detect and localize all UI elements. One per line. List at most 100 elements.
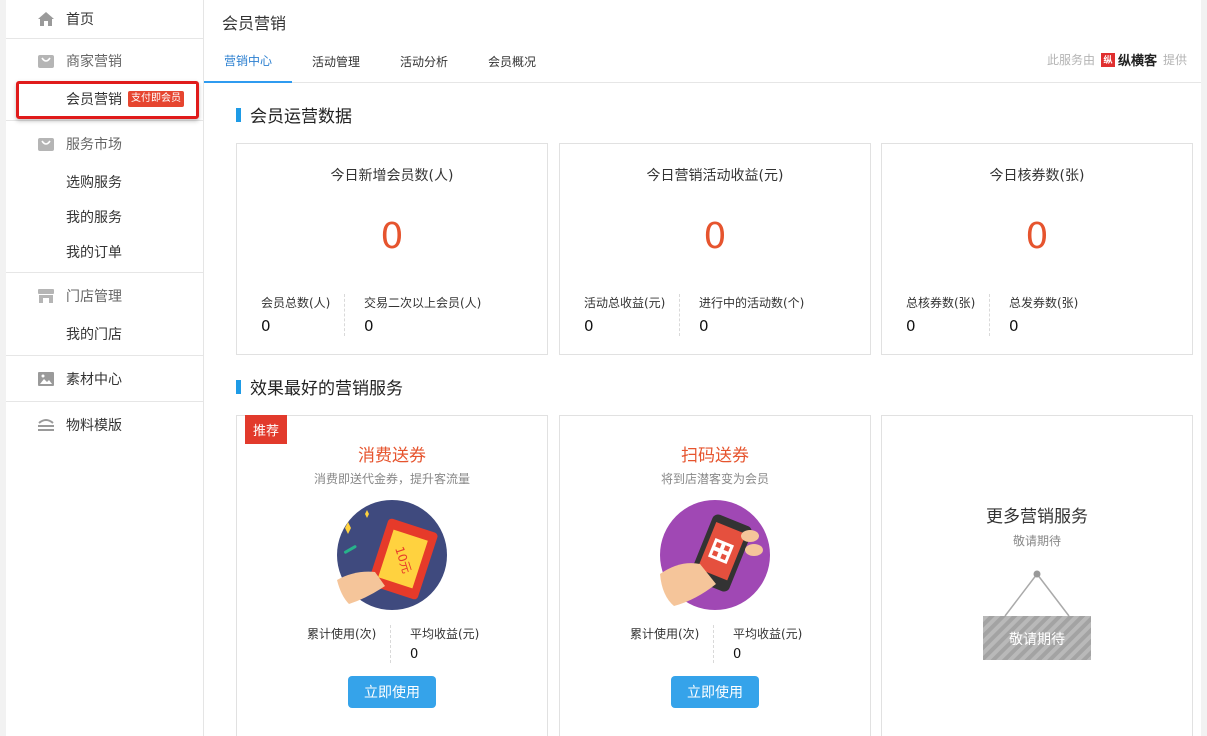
divider bbox=[344, 294, 345, 336]
service-card-consume-coupon: 推荐 消费送券 消费即送代金券，提升客流量 10元 累计使用(次) 平均收益(元… bbox=[236, 415, 548, 736]
divider bbox=[390, 625, 391, 663]
service-card-scan-coupon: 扫码送券 将到店潜客变为会员 累计使用(次) 平均收益(元) 0 立即使用 bbox=[559, 415, 871, 736]
stat-sub-label: 交易二次以上会员(人) bbox=[364, 296, 482, 310]
shopping-bag-icon bbox=[36, 135, 56, 153]
service-desc: 消费即送代金券，提升客流量 bbox=[313, 472, 470, 486]
nav-group-home: 首页 bbox=[6, 0, 203, 39]
store-icon bbox=[36, 287, 56, 305]
shopping-bag-icon bbox=[36, 52, 56, 70]
stat-card-activity-income: 今日营销活动收益(元) 0 活动总收益(元) 0 进行中的活动数(个) 0 bbox=[559, 143, 871, 355]
service-sub-income: 平均收益(元) 0 bbox=[733, 625, 802, 662]
stat-sub-label: 总发券数(张) bbox=[1009, 296, 1079, 310]
use-now-button[interactable]: 立即使用 bbox=[348, 676, 436, 708]
app-root: 首页 商家营销 会员营销 支付即会员 服务市场 选购服务 我的服务 我的订单 门… bbox=[0, 0, 1207, 736]
stat-card-new-members: 今日新增会员数(人) 0 会员总数(人) 0 交易二次以上会员(人) 0 bbox=[236, 143, 548, 355]
sidebar-group-label: 门店管理 bbox=[66, 289, 122, 305]
page-title: 会员营销 bbox=[222, 14, 287, 33]
page-header: 会员营销 营销中心 活动管理 活动分析 会员概况 此服务由 纵 纵横客 提供 bbox=[204, 0, 1201, 83]
stat-title: 今日核券数(张) bbox=[989, 168, 1085, 184]
stat-value: 0 bbox=[703, 216, 727, 257]
sidebar-item-material-template[interactable]: 物料模版 bbox=[6, 402, 203, 448]
stat-sub-total-members: 会员总数(人) 0 bbox=[261, 294, 330, 335]
sidebar-item-buy-service[interactable]: 选购服务 bbox=[6, 164, 203, 199]
sidebar-item-label: 我的门店 bbox=[66, 326, 122, 343]
divider bbox=[713, 625, 714, 663]
image-icon bbox=[36, 370, 56, 388]
section-title-text: 会员运营数据 bbox=[250, 107, 352, 127]
coming-soon-sign-icon: 敬请期待 bbox=[977, 566, 1097, 666]
stat-sub-value: 0 bbox=[906, 317, 916, 335]
provider-logo[interactable]: 纵 纵横客 bbox=[1100, 50, 1157, 69]
stat-sub-label: 累计使用(次) bbox=[630, 627, 700, 641]
provider-name: 纵横客 bbox=[1117, 54, 1157, 69]
main-content: 会员营销 营销中心 活动管理 活动分析 会员概况 此服务由 纵 纵横客 提供 会… bbox=[204, 0, 1201, 736]
use-now-button[interactable]: 立即使用 bbox=[671, 676, 759, 708]
stat-sub-value: 0 bbox=[364, 317, 374, 335]
sidebar-item-label: 会员营销 bbox=[66, 91, 122, 108]
stat-sub-value: 0 bbox=[1009, 317, 1019, 335]
service-sub-income: 平均收益(元) 0 bbox=[410, 625, 479, 662]
tab-bar: 营销中心 活动管理 活动分析 会员概况 bbox=[204, 40, 556, 83]
service-title: 扫码送券 bbox=[681, 446, 749, 466]
provider-suffix: 提供 bbox=[1162, 53, 1187, 67]
sidebar-item-material-center[interactable]: 素材中心 bbox=[6, 356, 203, 401]
stat-sub-total-income: 活动总收益(元) 0 bbox=[584, 294, 665, 335]
tab-member-overview[interactable]: 会员概况 bbox=[468, 40, 556, 83]
nav-group-material: 素材中心 bbox=[6, 356, 203, 402]
sidebar-group-label: 服务市场 bbox=[66, 137, 122, 153]
section-bar bbox=[236, 379, 241, 394]
tab-marketing-center[interactable]: 营销中心 bbox=[204, 40, 292, 83]
service-sub-used: 累计使用(次) bbox=[630, 625, 699, 647]
stat-sub-label: 平均收益(元) bbox=[410, 627, 480, 641]
sidebar-item-label: 素材中心 bbox=[66, 371, 122, 388]
provider-info: 此服务由 纵 纵横客 提供 bbox=[1047, 50, 1187, 69]
section-bar bbox=[236, 107, 241, 122]
sidebar-group-service-market[interactable]: 服务市场 bbox=[6, 124, 203, 164]
stat-sub-value: 0 bbox=[584, 317, 594, 335]
pay-member-badge: 支付即会员 bbox=[128, 90, 184, 107]
stat-sub-label: 总核券数(张) bbox=[906, 296, 976, 310]
section-title-ops: 会员运营数据 bbox=[236, 102, 352, 127]
stat-sub-label: 平均收益(元) bbox=[733, 627, 803, 641]
stat-sub-label: 会员总数(人) bbox=[261, 296, 331, 310]
stat-sub-total-redeemed: 总核券数(张) 0 bbox=[906, 294, 975, 335]
sidebar-item-home[interactable]: 首页 bbox=[6, 0, 203, 38]
divider bbox=[989, 294, 990, 336]
section-title-text: 效果最好的营销服务 bbox=[250, 379, 403, 399]
stat-sub-value: 0 bbox=[733, 647, 742, 662]
service-card-more: 更多营销服务 敬请期待 敬请期待 bbox=[881, 415, 1193, 736]
sidebar-group-merchant-marketing[interactable]: 商家营销 bbox=[6, 41, 203, 81]
sidebar-item-my-store[interactable]: 我的门店 bbox=[6, 316, 203, 351]
stat-card-coupons: 今日核券数(张) 0 总核券数(张) 0 总发券数(张) 0 bbox=[881, 143, 1193, 355]
stat-sub-label: 累计使用(次) bbox=[307, 627, 377, 641]
stat-sub-value: 0 bbox=[699, 317, 709, 335]
sidebar-group-label: 商家营销 bbox=[66, 54, 122, 70]
stat-sub-running-activities: 进行中的活动数(个) 0 bbox=[699, 294, 804, 335]
tab-activity-management[interactable]: 活动管理 bbox=[292, 40, 380, 83]
service-sub-used: 累计使用(次) bbox=[307, 625, 376, 647]
stat-value: 0 bbox=[380, 216, 404, 257]
stat-sub-total-issued: 总发券数(张) 0 bbox=[1009, 294, 1078, 335]
more-services-desc: 敬请期待 bbox=[1012, 534, 1061, 548]
divider bbox=[679, 294, 680, 336]
sidebar-group-store-management[interactable]: 门店管理 bbox=[6, 276, 203, 316]
coming-soon-sign-text: 敬请期待 bbox=[1009, 632, 1065, 648]
sidebar-item-label: 我的订单 bbox=[66, 244, 122, 261]
nav-group-service-market: 服务市场 选购服务 我的服务 我的订单 bbox=[6, 124, 203, 273]
scan-phone-illustration-icon bbox=[660, 500, 770, 610]
stat-sub-value: 0 bbox=[261, 317, 271, 335]
tab-activity-analysis[interactable]: 活动分析 bbox=[380, 40, 468, 83]
section-title-services: 效果最好的营销服务 bbox=[236, 374, 403, 399]
stat-sub-value: 0 bbox=[410, 647, 419, 662]
sidebar-item-member-marketing[interactable]: 会员营销 支付即会员 bbox=[6, 81, 203, 119]
sidebar-item-label: 选购服务 bbox=[66, 174, 122, 191]
home-icon bbox=[36, 10, 56, 28]
sidebar-item-my-orders[interactable]: 我的订单 bbox=[6, 234, 203, 269]
sidebar-item-my-service[interactable]: 我的服务 bbox=[6, 199, 203, 234]
more-services-title: 更多营销服务 bbox=[986, 507, 1088, 527]
stat-sub-label: 进行中的活动数(个) bbox=[699, 296, 805, 310]
coupon-illustration-icon: 10元 bbox=[337, 500, 447, 610]
provider-logo-icon: 纵 bbox=[1100, 52, 1115, 67]
stat-value: 0 bbox=[1025, 216, 1049, 257]
recommend-badge: 推荐 bbox=[245, 415, 288, 444]
